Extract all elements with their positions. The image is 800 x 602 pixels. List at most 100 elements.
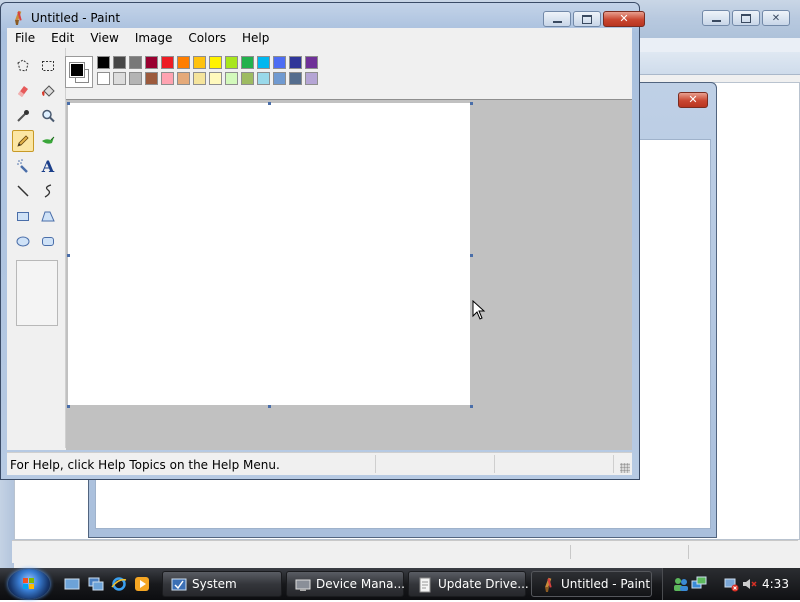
status-text: For Help, click Help Topics on the Help … bbox=[10, 458, 280, 472]
network-icon[interactable] bbox=[691, 576, 707, 592]
color-swatch[interactable] bbox=[241, 56, 254, 69]
brush-tool[interactable] bbox=[37, 130, 59, 152]
rounded-rect-tool[interactable] bbox=[37, 230, 59, 252]
task-label: System bbox=[192, 577, 237, 591]
color-swatch[interactable] bbox=[209, 72, 222, 85]
color-swatch[interactable] bbox=[161, 56, 174, 69]
show-desktop-button[interactable] bbox=[64, 576, 80, 592]
menu-edit[interactable]: Edit bbox=[43, 28, 82, 48]
color-swatch[interactable] bbox=[193, 72, 206, 85]
color-swatch[interactable] bbox=[273, 72, 286, 85]
close-button[interactable]: ✕ bbox=[603, 11, 645, 27]
color-swatch[interactable] bbox=[129, 56, 142, 69]
text-tool[interactable]: A bbox=[37, 155, 59, 177]
maximize-button[interactable] bbox=[573, 11, 601, 27]
resize-handle-corner[interactable] bbox=[470, 405, 473, 408]
color-swatch[interactable] bbox=[257, 72, 270, 85]
color-swatch[interactable] bbox=[305, 72, 318, 85]
background-window-statusbar bbox=[12, 540, 798, 563]
color-swatch[interactable] bbox=[289, 56, 302, 69]
pencil-tool[interactable] bbox=[12, 130, 34, 152]
background-close-button[interactable]: ✕ bbox=[762, 10, 790, 26]
color-swatch[interactable] bbox=[113, 72, 126, 85]
background-minimize-button[interactable] bbox=[702, 10, 730, 26]
network-error-icon[interactable] bbox=[723, 576, 739, 592]
color-swatch[interactable] bbox=[209, 56, 222, 69]
color-swatch[interactable] bbox=[193, 56, 206, 69]
resize-handle-top[interactable] bbox=[268, 102, 271, 105]
resize-handle-top-right[interactable] bbox=[470, 102, 473, 105]
dialog-close-button[interactable]: ✕ bbox=[678, 92, 708, 108]
resize-handle-bottom-left[interactable] bbox=[67, 405, 70, 408]
minimize-button[interactable] bbox=[543, 11, 571, 27]
menu-help[interactable]: Help bbox=[234, 28, 277, 48]
menu-image[interactable]: Image bbox=[127, 28, 181, 48]
clock[interactable]: 4:33 bbox=[762, 577, 789, 591]
color-swatch[interactable] bbox=[161, 72, 174, 85]
maximize-icon bbox=[574, 12, 600, 26]
foreground-color[interactable] bbox=[69, 62, 85, 78]
menu-view[interactable]: View bbox=[82, 28, 126, 48]
menu-colors[interactable]: Colors bbox=[180, 28, 234, 48]
resize-handle-right[interactable] bbox=[470, 254, 473, 257]
airbrush-tool[interactable] bbox=[12, 155, 34, 177]
color-swatch[interactable] bbox=[241, 72, 254, 85]
task-label: Device Mana... bbox=[316, 577, 405, 591]
color-swatch[interactable] bbox=[129, 72, 142, 85]
fill-tool[interactable] bbox=[37, 80, 59, 102]
media-player-button[interactable] bbox=[134, 576, 150, 592]
drawing-canvas[interactable] bbox=[68, 103, 470, 405]
line-icon bbox=[17, 185, 29, 197]
color-swatch[interactable] bbox=[177, 72, 190, 85]
color-swatch[interactable] bbox=[145, 56, 158, 69]
resize-grip[interactable] bbox=[620, 463, 630, 473]
system-icon bbox=[171, 578, 187, 591]
resize-handle-left[interactable] bbox=[67, 254, 70, 257]
curve-tool[interactable] bbox=[37, 180, 59, 202]
resize-handle-top-left[interactable] bbox=[67, 102, 70, 105]
color-swatch[interactable] bbox=[225, 72, 238, 85]
color-swatch[interactable] bbox=[97, 56, 110, 69]
color-swatch[interactable] bbox=[289, 72, 302, 85]
color-swatch[interactable] bbox=[305, 56, 318, 69]
mouse-cursor-icon bbox=[472, 300, 486, 320]
status-bar: For Help, click Help Topics on the Help … bbox=[7, 452, 632, 475]
background-maximize-button[interactable] bbox=[732, 10, 760, 26]
menu-bar: File Edit View Image Colors Help bbox=[7, 28, 632, 48]
magnifier-tool[interactable] bbox=[37, 105, 59, 127]
polygon-tool[interactable] bbox=[37, 205, 59, 227]
eraser-tool[interactable] bbox=[12, 80, 34, 102]
ellipse-tool[interactable] bbox=[12, 230, 34, 252]
volume-muted-icon[interactable] bbox=[741, 576, 757, 592]
magnifier-icon bbox=[42, 109, 55, 123]
color-swatch[interactable] bbox=[257, 56, 270, 69]
rectangle-tool[interactable] bbox=[12, 205, 34, 227]
minimize-icon bbox=[703, 11, 729, 25]
color-swatch[interactable] bbox=[97, 72, 110, 85]
color-swatch[interactable] bbox=[177, 56, 190, 69]
internet-explorer-button[interactable] bbox=[111, 576, 127, 592]
paint-app-icon bbox=[15, 10, 22, 25]
pick-color-tool[interactable] bbox=[12, 105, 34, 127]
task-system[interactable]: System bbox=[162, 571, 282, 597]
line-tool[interactable] bbox=[12, 180, 34, 202]
free-select-tool[interactable] bbox=[12, 55, 34, 77]
color-swatch[interactable] bbox=[273, 56, 286, 69]
color-swatch[interactable] bbox=[145, 72, 158, 85]
start-button[interactable] bbox=[8, 569, 50, 599]
show-desktop-icon bbox=[64, 578, 80, 590]
toolbox: A bbox=[7, 48, 66, 448]
document-icon bbox=[419, 577, 431, 593]
task-device-manager[interactable]: Device Mana... bbox=[286, 571, 405, 597]
color-swatch[interactable] bbox=[225, 56, 238, 69]
select-tool[interactable] bbox=[37, 55, 59, 77]
minimize-icon bbox=[544, 12, 570, 26]
users-icon[interactable] bbox=[673, 576, 689, 592]
switch-windows-button[interactable] bbox=[88, 576, 104, 592]
task-update-driver[interactable]: Update Drive... bbox=[408, 571, 529, 597]
task-paint[interactable]: Untitled - Paint bbox=[531, 571, 652, 597]
color-swatch[interactable] bbox=[113, 56, 126, 69]
menu-file[interactable]: File bbox=[7, 28, 43, 48]
resize-handle-bottom[interactable] bbox=[268, 405, 271, 408]
tool-options-box[interactable] bbox=[16, 260, 58, 326]
